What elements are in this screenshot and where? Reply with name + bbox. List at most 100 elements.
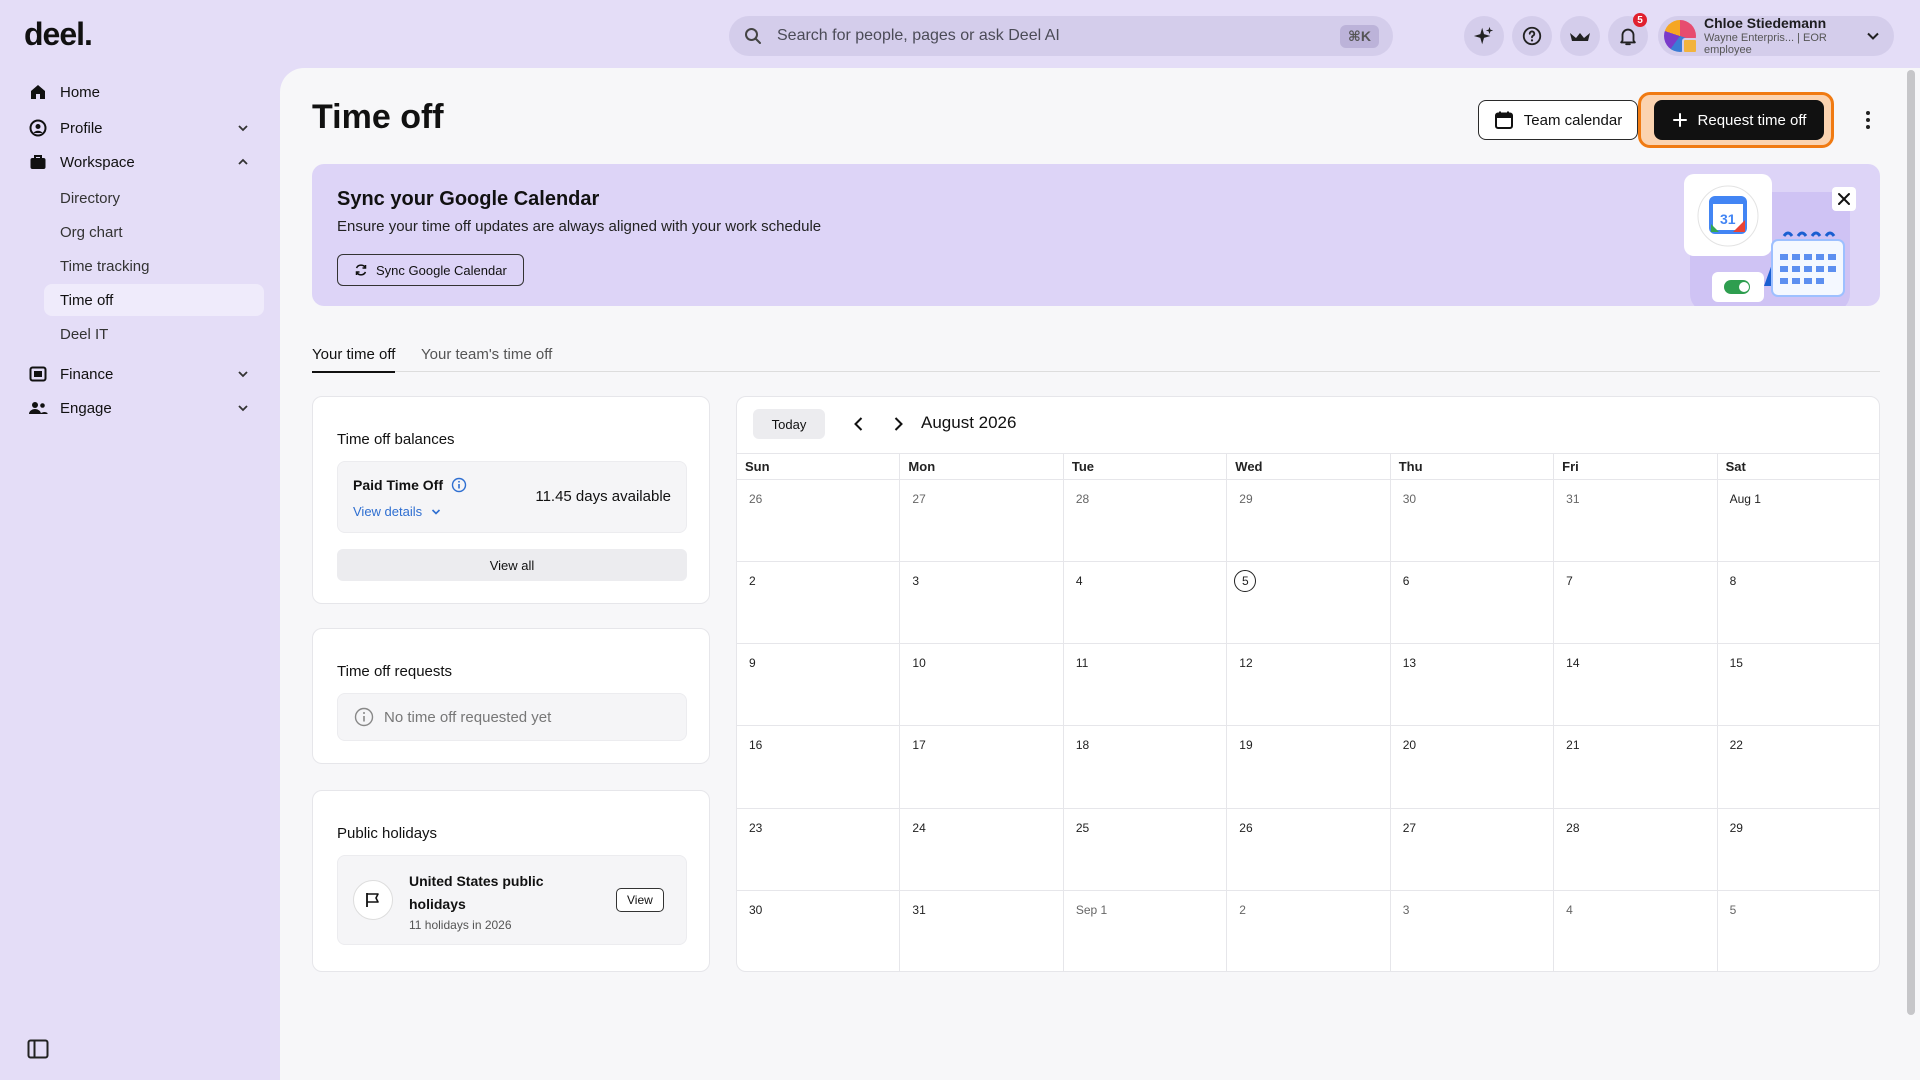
view-all-button[interactable]: View all — [337, 549, 687, 581]
calendar-day[interactable]: 27 — [900, 480, 1064, 563]
calendar-day-today[interactable]: 5 — [1227, 562, 1391, 645]
sidebar-collapse-icon[interactable] — [27, 1038, 49, 1060]
sync-google-calendar-button[interactable]: Sync Google Calendar — [337, 254, 524, 286]
calendar-day[interactable]: 21 — [1554, 726, 1718, 809]
request-time-off-button[interactable]: Request time off — [1654, 100, 1824, 140]
notifications-button[interactable]: 5 — [1608, 13, 1648, 56]
sidebar-item-deel-it[interactable]: Deel IT — [44, 318, 264, 350]
calendar-day[interactable]: 26 — [1227, 808, 1391, 891]
info-icon[interactable] — [451, 477, 467, 493]
plus-icon — [1672, 113, 1687, 127]
day-number: 10 — [912, 656, 926, 671]
view-holidays-button[interactable]: View — [616, 888, 664, 912]
calendar-day[interactable]: 9 — [737, 644, 901, 727]
calendar-day[interactable]: 2 — [1227, 890, 1391, 971]
calendar-day[interactable]: 29 — [1717, 809, 1879, 891]
day-number: 5 — [1729, 902, 1737, 917]
calendar-day[interactable]: 2 — [737, 562, 901, 645]
global-search[interactable]: Search for people, pages or ask Deel AI … — [729, 16, 1393, 56]
whats-new-button[interactable] — [1560, 16, 1600, 56]
view-details-label: View details — [353, 504, 423, 519]
day-number: 28 — [1566, 820, 1580, 835]
page-scrollbar[interactable] — [1907, 70, 1915, 1015]
flag-icon-wrapper — [353, 880, 393, 920]
calendar-icon — [1494, 111, 1513, 129]
calendar-day[interactable]: 29 — [1227, 480, 1391, 563]
view-details-link[interactable]: View details — [353, 504, 442, 519]
calendar-day[interactable]: Sep 1 — [1064, 890, 1228, 971]
team-calendar-button[interactable]: Team calendar — [1478, 100, 1638, 140]
home-icon — [31, 85, 45, 99]
calendar-day[interactable]: 16 — [737, 726, 901, 809]
chevron-up-icon — [238, 158, 248, 165]
day-number: 9 — [749, 656, 756, 671]
calendar-day[interactable]: Aug 1 — [1717, 480, 1879, 563]
calendar-day[interactable]: 23 — [737, 808, 901, 891]
tab-your-time-off[interactable]: Your time off — [312, 346, 396, 373]
calendar-day[interactable]: 8 — [1717, 562, 1879, 645]
calendar-day[interactable]: 22 — [1717, 726, 1879, 809]
calendar-day[interactable]: 14 — [1554, 644, 1718, 727]
calendar-day[interactable]: 17 — [900, 726, 1064, 809]
sidebar-item-profile[interactable]: Profile — [28, 114, 250, 142]
days-available: 11.45 days available — [535, 488, 671, 505]
calendar-day[interactable]: 6 — [1390, 562, 1555, 645]
day-number: 26 — [1239, 820, 1253, 835]
calendar-day[interactable]: 4 — [1554, 890, 1718, 971]
ai-sparkle-button[interactable] — [1464, 16, 1504, 56]
calendar-day[interactable]: 7 — [1554, 562, 1718, 645]
calendar-day[interactable]: 31 — [1554, 480, 1718, 563]
calendar-day[interactable]: 30 — [737, 890, 901, 971]
chevron-left-icon[interactable] — [849, 414, 869, 434]
calendar-day[interactable]: 10 — [900, 644, 1064, 727]
calendar-day[interactable]: 27 — [1390, 808, 1555, 891]
calendar-day[interactable]: 18 — [1063, 726, 1228, 809]
calendar-day[interactable]: 3 — [1391, 890, 1555, 971]
calendar-day[interactable]: 24 — [900, 808, 1064, 891]
more-options-icon[interactable] — [1856, 108, 1880, 132]
calendar-day[interactable]: 20 — [1390, 726, 1555, 809]
day-number: 2 — [1239, 902, 1246, 917]
main-content: Time off Team calendar Request time off … — [280, 68, 1920, 1080]
calendar-day[interactable]: 5 — [1718, 891, 1879, 971]
calendar-day[interactable]: 31 — [900, 890, 1064, 971]
calendar-day[interactable]: 28 — [1554, 808, 1718, 891]
calendar-day[interactable]: 3 — [900, 562, 1064, 645]
sidebar-item-home[interactable]: Home — [28, 78, 250, 106]
sidebar-item-directory[interactable]: Directory — [44, 182, 264, 214]
search-input[interactable]: Search for people, pages or ask Deel AI — [777, 27, 1340, 45]
day-number: 11 — [1075, 656, 1089, 671]
tab-team-time-off[interactable]: Your team's time off — [421, 346, 552, 363]
calendar-day[interactable]: 19 — [1227, 726, 1391, 809]
empty-message: No time off requested yet — [384, 708, 552, 726]
notifications-count-badge: 5 — [1633, 13, 1647, 27]
user-menu[interactable]: Chloe Stiedemann Wayne Enterpris... | EO… — [1658, 15, 1894, 56]
day-number: 5 — [1234, 570, 1257, 593]
day-number: 13 — [1402, 656, 1417, 671]
calendar-day[interactable]: 30 — [1390, 480, 1555, 563]
calendar-day[interactable]: 15 — [1717, 644, 1879, 727]
sidebar-item-finance[interactable]: Finance — [28, 360, 250, 388]
deel-logo[interactable]: deel. — [24, 16, 93, 53]
today-button[interactable]: Today — [753, 409, 825, 439]
google-calendar-illustration: 31 — [1684, 174, 1850, 306]
sidebar-item-workspace[interactable]: Workspace — [28, 148, 250, 176]
banner-close-button[interactable] — [1832, 187, 1856, 211]
sidebar-item-time-off[interactable]: Time off — [44, 284, 264, 316]
calendar-day[interactable]: 28 — [1063, 480, 1228, 563]
calendar-day[interactable]: 12 — [1227, 644, 1391, 727]
sidebar-item-org-chart[interactable]: Org chart — [44, 216, 264, 248]
calendar-day[interactable]: 13 — [1390, 644, 1555, 727]
time-off-tabs: Your time off Your team's time off — [312, 340, 1880, 373]
weekday-header: Fri — [1554, 454, 1718, 480]
calendar-day[interactable]: 11 — [1063, 644, 1228, 727]
info-icon — [354, 707, 374, 727]
calendar-day[interactable]: 4 — [1063, 562, 1228, 645]
calendar-day[interactable]: 26 — [737, 480, 901, 563]
calendar-day[interactable]: 25 — [1063, 808, 1228, 891]
sidebar-item-engage[interactable]: Engage — [28, 394, 250, 422]
chevron-right-icon[interactable] — [888, 414, 908, 434]
day-number: 12 — [1239, 656, 1253, 671]
help-button[interactable] — [1512, 16, 1552, 56]
sidebar-item-time-tracking[interactable]: Time tracking — [44, 250, 264, 282]
